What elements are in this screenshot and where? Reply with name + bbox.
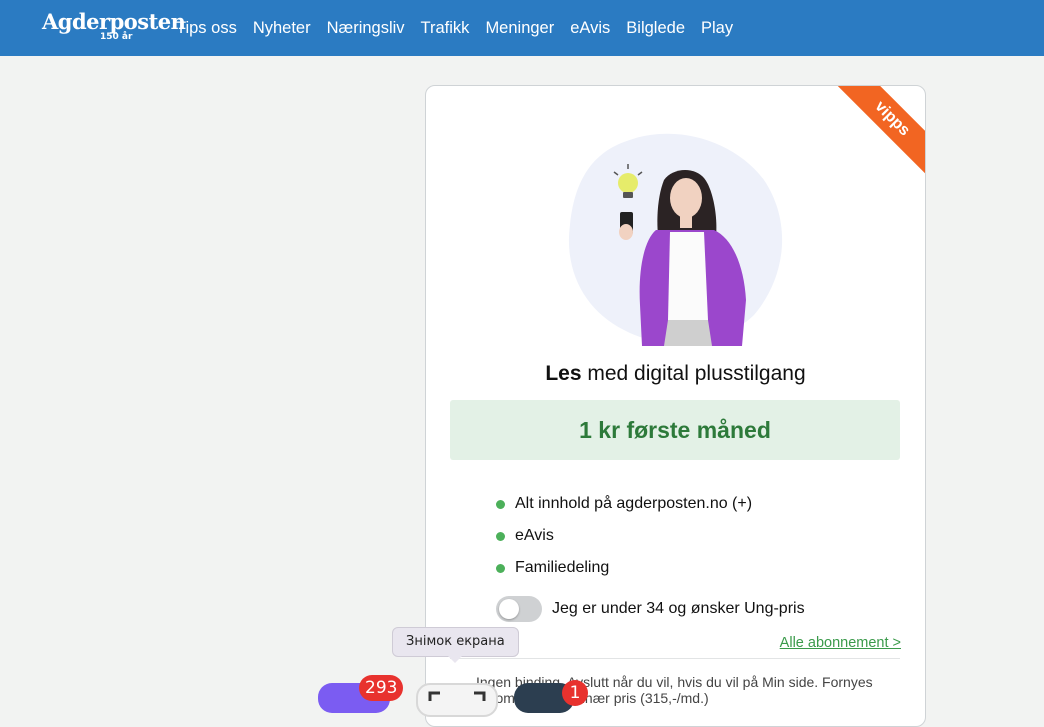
feature-label: eAvis xyxy=(515,527,554,544)
nav-trafikk[interactable]: Trafikk xyxy=(413,19,478,38)
headline-rest: med digital plusstilgang xyxy=(581,362,806,385)
screenshot-tooltip: Знімок екрана xyxy=(392,627,519,663)
feature-item: Familiedeling xyxy=(496,552,752,584)
site-header: Agderposten 150 år Tips oss Nyheter Næri… xyxy=(0,0,1044,56)
screenshot-frame-icon xyxy=(428,691,486,701)
feature-label: Familiedeling xyxy=(515,559,610,576)
site-logo[interactable]: Agderposten 150 år xyxy=(42,9,186,43)
nav-eavis[interactable]: eAvis xyxy=(562,19,618,38)
vipps-ribbon: vipps xyxy=(835,86,925,176)
screenshot-app-icon[interactable] xyxy=(416,683,498,717)
nav-tips-oss[interactable]: Tips oss xyxy=(168,19,245,38)
youth-price-toggle[interactable] xyxy=(496,596,542,622)
bullet-dot-icon xyxy=(496,531,505,541)
feature-item: eAvis xyxy=(496,520,752,552)
bullet-dot-icon xyxy=(496,563,505,573)
logo-name: Agderposten xyxy=(42,9,186,34)
woman-with-phone-illustration xyxy=(568,133,783,346)
messages-badge: 293 xyxy=(359,675,404,701)
nav-meninger[interactable]: Meninger xyxy=(477,19,562,38)
divider xyxy=(450,658,900,659)
headline-bold: Les xyxy=(545,362,582,385)
youth-price-label: Jeg er under 34 og ønsker Ung-pris xyxy=(552,600,805,617)
notification-badge: 1 xyxy=(562,680,588,706)
all-subscriptions-link[interactable]: Alle abonnement > xyxy=(780,635,901,651)
nav-bilglede[interactable]: Bilglede xyxy=(618,19,693,38)
feature-item: Alt innhold på agderposten.no (+) xyxy=(496,488,752,520)
nav-naeringsliv[interactable]: Næringsliv xyxy=(319,19,413,38)
logo-anniversary: 150 år xyxy=(100,32,133,42)
nav-play[interactable]: Play xyxy=(693,19,741,38)
youth-price-row: Jeg er under 34 og ønsker Ung-pris xyxy=(496,596,805,622)
feature-label: Alt innhold på agderposten.no (+) xyxy=(515,495,753,512)
offer-banner[interactable]: 1 kr første måned xyxy=(450,400,900,460)
feature-list: Alt innhold på agderposten.no (+) eAvis … xyxy=(496,488,752,584)
nav-nyheter[interactable]: Nyheter xyxy=(245,19,319,38)
card-headline: Les med digital plusstilgang xyxy=(426,362,925,386)
main-nav: Tips oss Nyheter Næringsliv Trafikk Meni… xyxy=(168,0,741,56)
bullet-dot-icon xyxy=(496,499,505,509)
toggle-knob xyxy=(499,599,519,619)
